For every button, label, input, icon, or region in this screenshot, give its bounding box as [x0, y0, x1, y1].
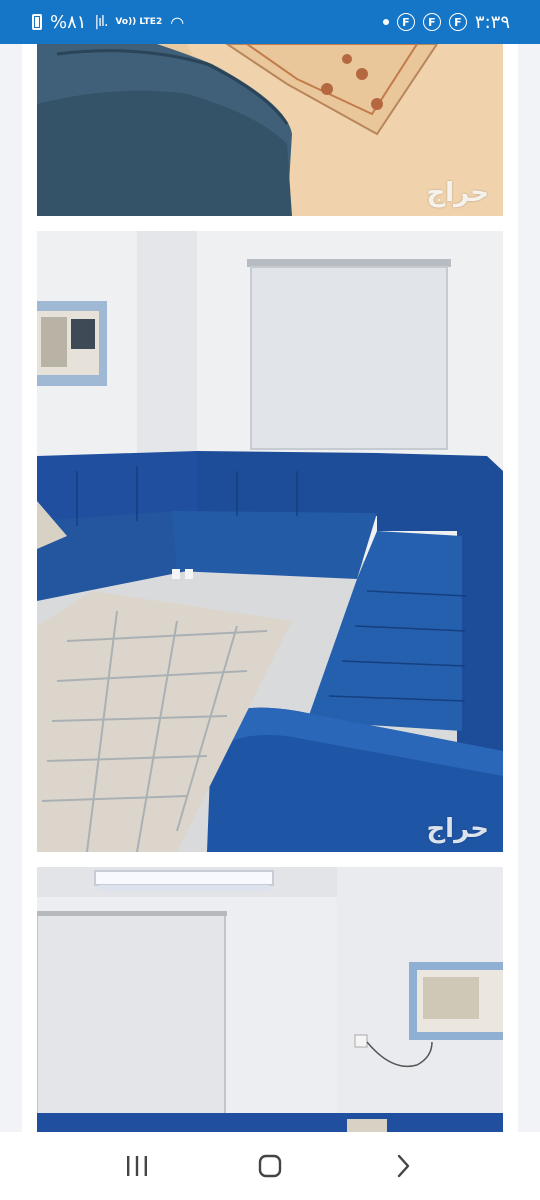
navigation-bar: [0, 1132, 540, 1200]
back-button[interactable]: [373, 1136, 433, 1196]
image-gallery[interactable]: حراج حراج: [22, 44, 518, 1132]
home-button[interactable]: [240, 1136, 300, 1196]
recent-apps-icon: [126, 1156, 147, 1176]
notification-f-icon: F: [448, 13, 467, 31]
recent-apps-button[interactable]: [107, 1136, 167, 1196]
status-left: %٨١ |ıl. Vo)) LTE2 ◠: [32, 12, 184, 33]
clock: ٣:٣٩: [474, 11, 510, 33]
notification-f-icon: F: [422, 13, 441, 31]
battery-icon: [32, 14, 42, 30]
gallery-image-3[interactable]: [37, 867, 503, 1132]
network-label: Vo)) LTE2: [115, 16, 163, 27]
gallery-image-2[interactable]: حراج: [37, 231, 503, 852]
status-bar: %٨١ |ıl. Vo)) LTE2 ◠ F F F ٣:٣٩: [0, 0, 540, 44]
wifi-icon: ◠: [170, 12, 185, 32]
gallery-image-1[interactable]: حراج: [37, 44, 503, 216]
signal-icon: |ıl.: [94, 14, 108, 30]
notification-f-icon: F: [396, 13, 415, 31]
chevron-right-icon: [398, 1154, 410, 1178]
battery-text: %٨١: [50, 11, 87, 33]
status-right: F F F ٣:٣٩: [382, 11, 510, 33]
watermark: حراج: [426, 178, 489, 208]
home-icon: [258, 1154, 282, 1178]
watermark: حراج: [426, 814, 489, 844]
notification-dot-icon: [382, 19, 389, 25]
